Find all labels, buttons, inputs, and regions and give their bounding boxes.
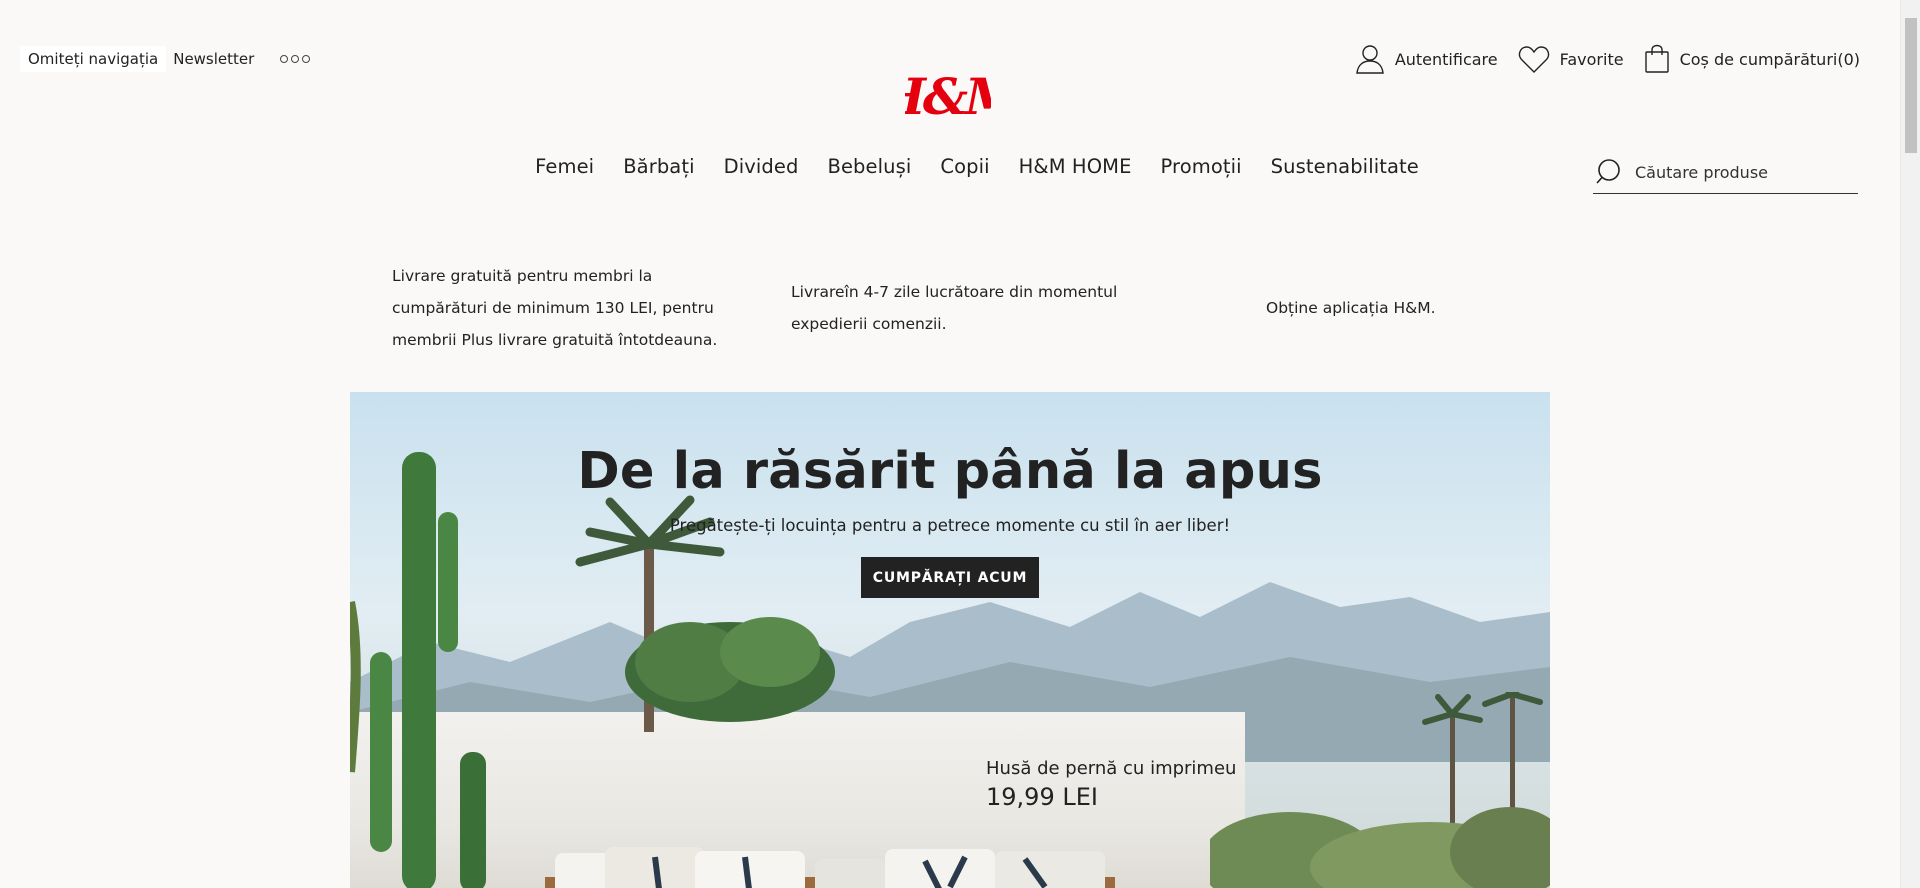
usp-delivery-time: Livrareîn 4-7 zile lucrătoare din moment… xyxy=(791,283,1118,333)
utility-links: Omiteți navigația Newsletter xyxy=(20,46,311,72)
hero-banner[interactable]: De la răsărit până la apus Pregătește-ți… xyxy=(350,392,1550,888)
nav-item-barbati[interactable]: Bărbați xyxy=(623,155,694,178)
favorites-link[interactable]: Favorite xyxy=(1518,44,1624,74)
nav-item-bebelusi[interactable]: Bebeluși xyxy=(827,155,911,178)
shrub-illustration xyxy=(625,617,835,722)
scrollbar-thumb[interactable] xyxy=(1905,18,1917,153)
product-price: 19,99 LEI xyxy=(986,783,1098,811)
hero-subtitle: Pregătește-ți locuința pentru a petrece … xyxy=(669,516,1231,535)
newsletter-link[interactable]: Newsletter xyxy=(173,50,254,68)
user-icon xyxy=(1356,45,1384,74)
cushions-illustration xyxy=(545,847,1115,888)
nav-item-promotii[interactable]: Promoții xyxy=(1161,155,1242,178)
product-tag[interactable]: Husă de pernă cu imprimeu 19,99 LEI xyxy=(986,758,1236,811)
shopping-bag-icon xyxy=(1644,44,1669,73)
page-scrollbar[interactable] xyxy=(1900,0,1920,888)
account-area: Autentificare Favorite Coș de cumpărătur… xyxy=(1355,44,1860,74)
search-input[interactable] xyxy=(1635,163,1835,182)
nav-item-copii[interactable]: Copii xyxy=(940,155,989,178)
favorites-label: Favorite xyxy=(1559,49,1624,69)
shopping-bag-link[interactable]: Coș de cumpărături(0) xyxy=(1644,44,1860,74)
nav-item-divided[interactable]: Divided xyxy=(724,155,799,178)
nav-item-hm-home[interactable]: H&M HOME xyxy=(1019,155,1132,178)
nav-item-sustenabilitate[interactable]: Sustenabilitate xyxy=(1271,155,1419,178)
shop-now-button[interactable]: CUMPĂRAȚI ACUM xyxy=(861,557,1039,598)
usp-app-link[interactable]: Obține aplicația H&M. xyxy=(1266,292,1526,324)
hm-logo[interactable]: H&M xyxy=(877,64,1025,128)
skip-navigation-link[interactable]: Omiteți navigația xyxy=(20,46,167,72)
usp-free-delivery: Livrare gratuită pentru membri la cumpăr… xyxy=(392,267,718,349)
search-icon xyxy=(1596,158,1620,184)
desert-shrubs-illustration xyxy=(1210,807,1550,888)
sign-in-link[interactable]: Autentificare xyxy=(1355,44,1498,74)
logo-text: H&M xyxy=(905,67,991,126)
nav-item-femei[interactable]: Femei xyxy=(535,155,594,178)
hero-title: De la răsărit până la apus xyxy=(577,442,1323,501)
product-name: Husă de pernă cu imprimeu xyxy=(986,758,1237,779)
search-box[interactable] xyxy=(1593,152,1858,194)
more-options-icon[interactable] xyxy=(280,55,311,63)
shopping-bag-label: Coș de cumpărături(0) xyxy=(1679,49,1860,69)
sign-in-label: Autentificare xyxy=(1394,49,1498,69)
heart-icon xyxy=(1518,46,1549,73)
